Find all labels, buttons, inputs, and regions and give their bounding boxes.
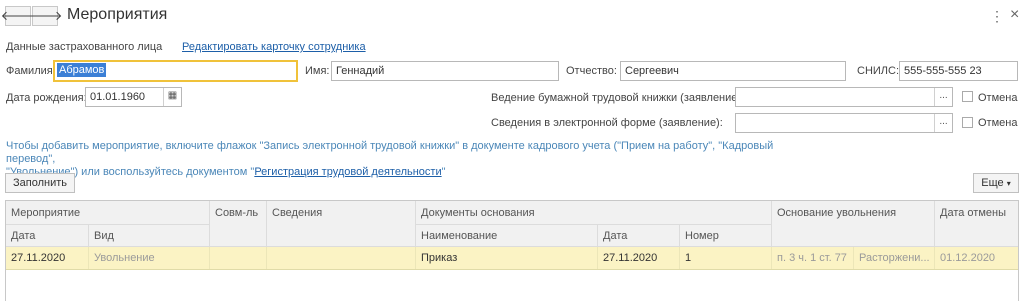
paper-book-select-button[interactable]: ...: [934, 88, 952, 106]
electronic-form-label: Сведения в электронной форме (заявление)…: [491, 117, 723, 129]
paper-cancel-label: Отмена: [978, 92, 1018, 104]
surname-value: Абрамов: [57, 63, 107, 77]
fill-button[interactable]: Заполнить: [5, 173, 75, 193]
name-label: Имя:: [305, 65, 330, 77]
col-event[interactable]: Мероприятие: [6, 201, 210, 225]
col-doc-date[interactable]: Дата: [598, 225, 680, 247]
paper-book-label: Ведение бумажной трудовой книжки (заявле…: [491, 92, 745, 104]
more-button[interactable]: Еще ▾: [973, 173, 1019, 193]
forward-button[interactable]: 🡒: [28, 6, 62, 26]
chevron-down-icon: ▾: [1006, 178, 1011, 188]
registration-doc-link[interactable]: Регистрация трудовой деятельности: [254, 166, 441, 178]
events-table: Мероприятие Дата Вид Совм-ль Сведения До…: [5, 200, 1019, 301]
snils-field[interactable]: 555-555-555 23: [899, 61, 1018, 81]
table-row[interactable]: 27.11.2020 Увольнение Приказ 27.11.2020 …: [6, 247, 1018, 270]
row-doc-date: 27.11.2020: [598, 247, 680, 269]
surname-label: Фамилия:: [6, 65, 56, 77]
snils-label: СНИЛС:: [857, 65, 900, 77]
row-doc-name: Приказ: [416, 247, 598, 269]
more-button-label: Еще: [981, 177, 1004, 189]
close-icon[interactable]: ×: [1010, 6, 1019, 24]
insured-person-label: Данные застрахованного лица: [6, 41, 163, 53]
hint-text-1: Чтобы добавить мероприятие, включите фла…: [6, 140, 774, 165]
col-cancel-date[interactable]: Дата отмены: [935, 201, 1018, 247]
electronic-form-field[interactable]: ...: [735, 113, 953, 133]
row-info: [267, 247, 416, 269]
row-cancel-date: 01.12.2020: [940, 252, 996, 264]
page-title: Мероприятия: [67, 6, 168, 23]
edit-employee-link[interactable]: Редактировать карточку сотрудника: [182, 41, 366, 53]
electronic-cancel-checkbox[interactable]: [962, 117, 973, 128]
birthdate-value: 01.01.1960: [90, 91, 146, 103]
col-kind[interactable]: Вид: [89, 225, 210, 247]
name-field[interactable]: Геннадий: [331, 61, 559, 81]
arrow-right-icon: 🡒: [27, 8, 63, 23]
hint-text-3: ": [441, 166, 446, 178]
col-basis-docs[interactable]: Документы основания: [416, 201, 772, 225]
electronic-form-select-button[interactable]: ...: [934, 114, 952, 132]
col-doc-name[interactable]: Наименование: [416, 225, 598, 247]
col-combined[interactable]: Совм-ль: [210, 201, 267, 247]
row-doc-number: 1: [680, 247, 772, 269]
row-basis-article: п. 3 ч. 1 ст. 77: [772, 247, 854, 269]
calendar-icon[interactable]: ▦: [163, 88, 181, 106]
patronymic-field[interactable]: Сергеевич: [620, 61, 846, 81]
surname-field[interactable]: Абрамов: [53, 60, 298, 82]
row-combined: [210, 247, 267, 269]
electronic-cancel-label: Отмена: [978, 117, 1018, 129]
paper-book-field[interactable]: ...: [735, 87, 953, 107]
birthdate-label: Дата рождения:: [6, 92, 87, 104]
col-date[interactable]: Дата: [6, 225, 89, 247]
row-kind: Увольнение: [89, 247, 210, 269]
col-info[interactable]: Сведения: [267, 201, 416, 247]
patronymic-label: Отчество:: [566, 65, 617, 77]
row-date: 27.11.2020: [6, 247, 89, 269]
col-dismissal-basis[interactable]: Основание увольнения: [772, 201, 935, 247]
info-hint: Чтобы добавить мероприятие, включите фла…: [6, 140, 796, 179]
paper-cancel-checkbox[interactable]: [962, 91, 973, 102]
more-menu-icon[interactable]: ⋮: [990, 8, 1004, 25]
birthdate-field[interactable]: 01.01.1960 ▦: [85, 87, 182, 107]
row-basis-text: Расторжени...: [854, 247, 935, 269]
col-doc-number[interactable]: Номер: [680, 225, 772, 247]
